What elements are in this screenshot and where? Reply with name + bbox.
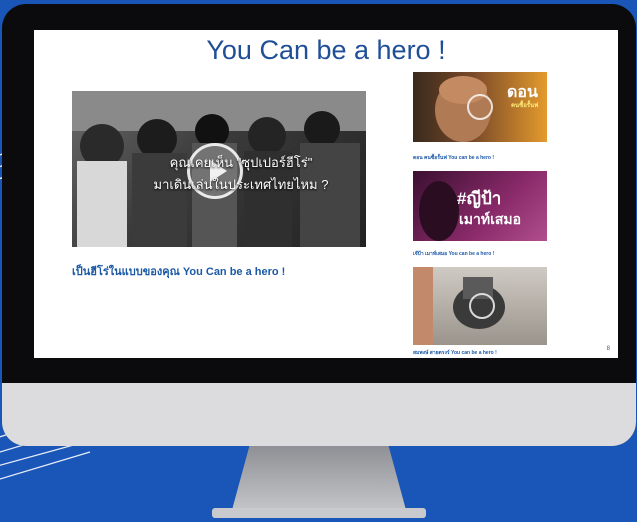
thumbnail-video-1[interactable]: ดอน คนซื้อรั้นฟ	[413, 72, 547, 142]
thumbnail-overlay-subtitle: คนซื้อรั้นฟ	[511, 103, 539, 109]
main-video-description: เป็นฮีโร่ในแบบของคุณ You Can be a hero !	[72, 266, 286, 278]
video-caption-line1: คุณเคยเห็น "ซุปเปอร์ฮีโร่"	[169, 155, 313, 170]
monitor-base	[212, 508, 426, 518]
monitor-chin	[2, 383, 636, 446]
monitor-stand	[232, 446, 406, 510]
page-number: 8	[606, 346, 610, 352]
main-video[interactable]: คุณเคยเห็น "ซุปเปอร์ฮีโร่" มาเดินเล่นในป…	[72, 91, 366, 247]
thumbnail-overlay-title: #ญีป้า	[457, 189, 502, 208]
thumbnail-overlay-subtitle: เมาท์เสมอ	[459, 211, 522, 227]
thumbnail-caption-2: เจ๊ป้า เมาท์เสมอ You can be a hero !	[413, 251, 495, 257]
thumbnail-caption-3: สมพงษ์ สายตรงร์ You can be a hero !	[413, 350, 497, 356]
video-caption-line2: มาเดินเล่นในประเทศไทยไหม ?	[153, 177, 329, 192]
thumbnail-caption-1: ดอน คนซื้อรั้นฟ You can be a hero !	[413, 155, 494, 161]
thumbnail-video-3[interactable]	[413, 267, 547, 345]
slide-title: You Can be a hero !	[206, 35, 446, 65]
slide-screen: You Can be a hero ! คุณเคยเห็น "ซุปเปอร์…	[34, 30, 618, 358]
thumbnail-video-2[interactable]: #ญีป้า เมาท์เสมอ	[413, 171, 547, 241]
play-icon	[469, 293, 495, 319]
play-icon	[467, 94, 493, 120]
